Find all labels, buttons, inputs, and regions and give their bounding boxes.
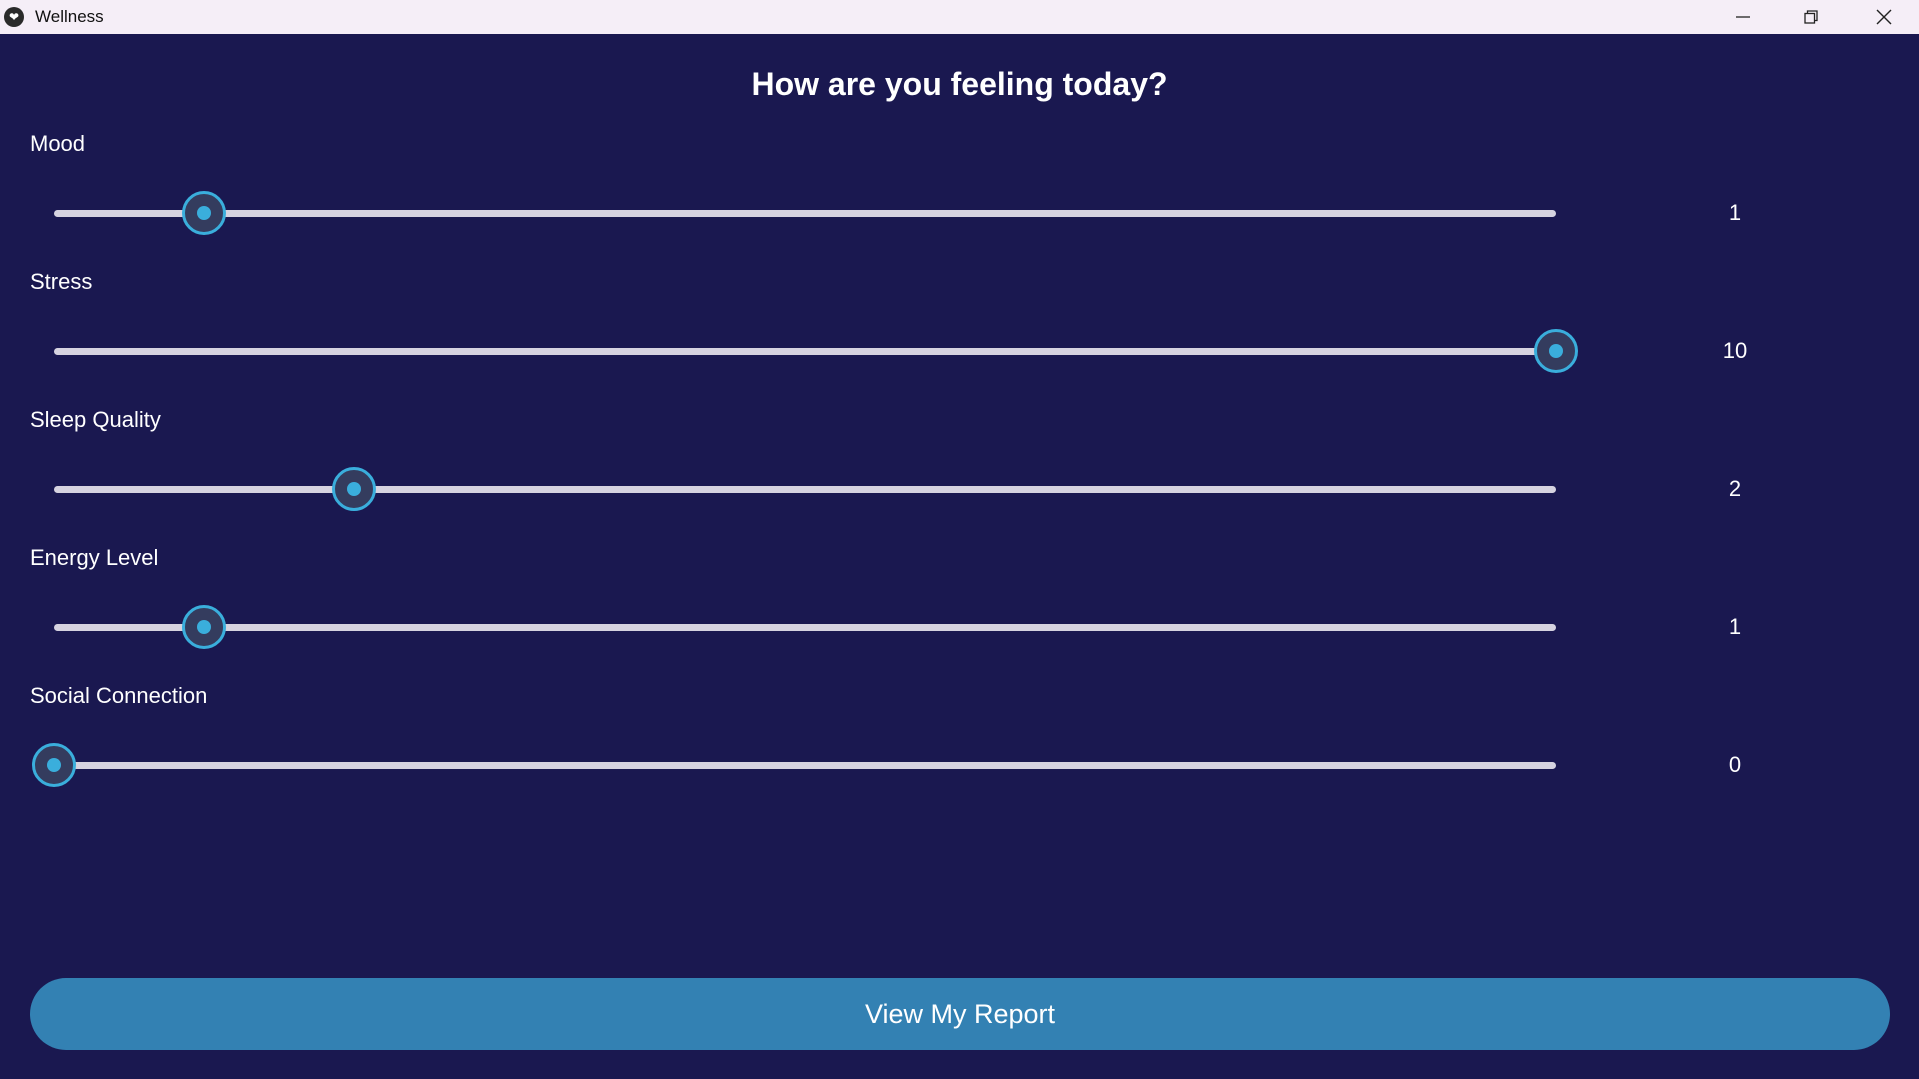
sleep-quality-slider[interactable] [54,464,1556,514]
energy-level-slider[interactable] [54,602,1556,652]
slider-track[interactable] [54,210,1556,217]
view-report-button[interactable]: View My Report [30,978,1890,1050]
slider-thumb[interactable] [182,191,227,235]
social-connection-value: 0 [1728,752,1742,777]
page-title: How are you feeling today? [751,66,1168,102]
energy-level-label: Energy Level [30,545,159,570]
window-titlebar: ❤ Wellness [0,0,1919,34]
sleep-quality-value: 2 [1728,476,1742,501]
stress-slider[interactable] [54,326,1578,376]
social-connection-slider[interactable] [32,740,1556,790]
slider-track[interactable] [54,624,1556,631]
stress-value: 10 [1722,338,1748,363]
stress-label: Stress [30,269,93,294]
window-title: Wellness [35,7,104,26]
close-icon[interactable] [1850,0,1918,34]
energy-level-value: 1 [1728,614,1742,639]
slider-thumb[interactable] [182,605,227,649]
social-connection-label: Social Connection [30,683,208,708]
minimize-icon[interactable] [1709,0,1777,34]
slider-track[interactable] [54,762,1556,769]
slider-track[interactable] [54,486,1556,493]
mood-label: Mood [30,131,86,156]
slider-thumb[interactable] [332,467,377,511]
restore-icon[interactable] [1777,0,1845,34]
app-logo-icon: ❤ [4,7,24,27]
slider-track[interactable] [54,348,1556,355]
slider-thumb[interactable] [1534,329,1578,373]
mood-value: 1 [1728,200,1742,225]
slider-thumb[interactable] [32,743,76,787]
mood-slider[interactable] [54,188,1556,238]
sleep-quality-label: Sleep Quality [30,407,161,432]
